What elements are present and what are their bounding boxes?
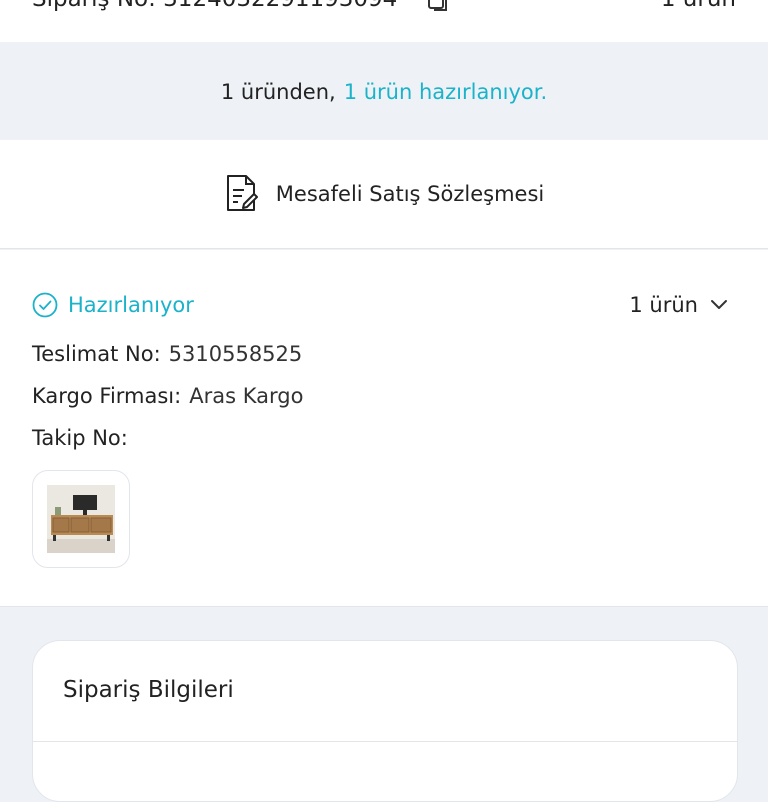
product-thumbnail[interactable] bbox=[32, 470, 130, 568]
order-info-title: Sipariş Bilgileri bbox=[63, 677, 234, 703]
chevron-down-icon bbox=[711, 300, 727, 309]
tracking-number-row: Takip No: bbox=[32, 426, 136, 450]
status-summary-prefix: 1 üründen, bbox=[220, 80, 336, 104]
package-items-toggle[interactable]: 1 ürün bbox=[629, 293, 728, 317]
carrier-label: Kargo Firması: bbox=[32, 384, 182, 408]
delivery-number-value: 5310558525 bbox=[168, 342, 303, 366]
contract-label: Mesafeli Satış Sözleşmesi bbox=[275, 182, 545, 206]
check-circle-icon bbox=[32, 292, 58, 318]
order-number-value: 3124032291193094 bbox=[163, 0, 397, 12]
carrier-value: Aras Kargo bbox=[189, 384, 304, 408]
package-status: Hazırlanıyor bbox=[32, 292, 194, 318]
order-status-summary: 1 üründen, 1 ürün hazırlanıyor. bbox=[0, 46, 768, 138]
carrier-row: Kargo Firması: Aras Kargo bbox=[32, 384, 303, 408]
package-status-label: Hazırlanıyor bbox=[68, 293, 194, 317]
package-card: Hazırlanıyor 1 ürün Teslimat No: 53105585… bbox=[0, 250, 768, 607]
order-item-count: 1 ürün bbox=[661, 0, 736, 12]
delivery-number-row: Teslimat No: 5310558525 bbox=[32, 342, 302, 366]
order-header: Sipariş No: 3124032291193094 1 ürün bbox=[0, 0, 768, 42]
status-summary-highlight: 1 ürün hazırlanıyor. bbox=[343, 80, 548, 104]
delivery-number-label: Teslimat No: bbox=[32, 342, 161, 366]
divider bbox=[33, 741, 737, 742]
tv-stand-product-image bbox=[47, 485, 115, 553]
order-info-card: Sipariş Bilgileri bbox=[32, 640, 738, 802]
tracking-number-label: Takip No: bbox=[32, 426, 128, 450]
package-item-count: 1 ürün bbox=[629, 293, 698, 317]
document-icon bbox=[226, 175, 258, 211]
order-number-label: Sipariş No: bbox=[32, 0, 156, 12]
distance-sales-contract-link[interactable]: Mesafeli Satış Sözleşmesi bbox=[0, 140, 768, 249]
copy-icon[interactable] bbox=[428, 0, 450, 12]
order-number-text: Sipariş No: 3124032291193094 bbox=[32, 0, 397, 12]
